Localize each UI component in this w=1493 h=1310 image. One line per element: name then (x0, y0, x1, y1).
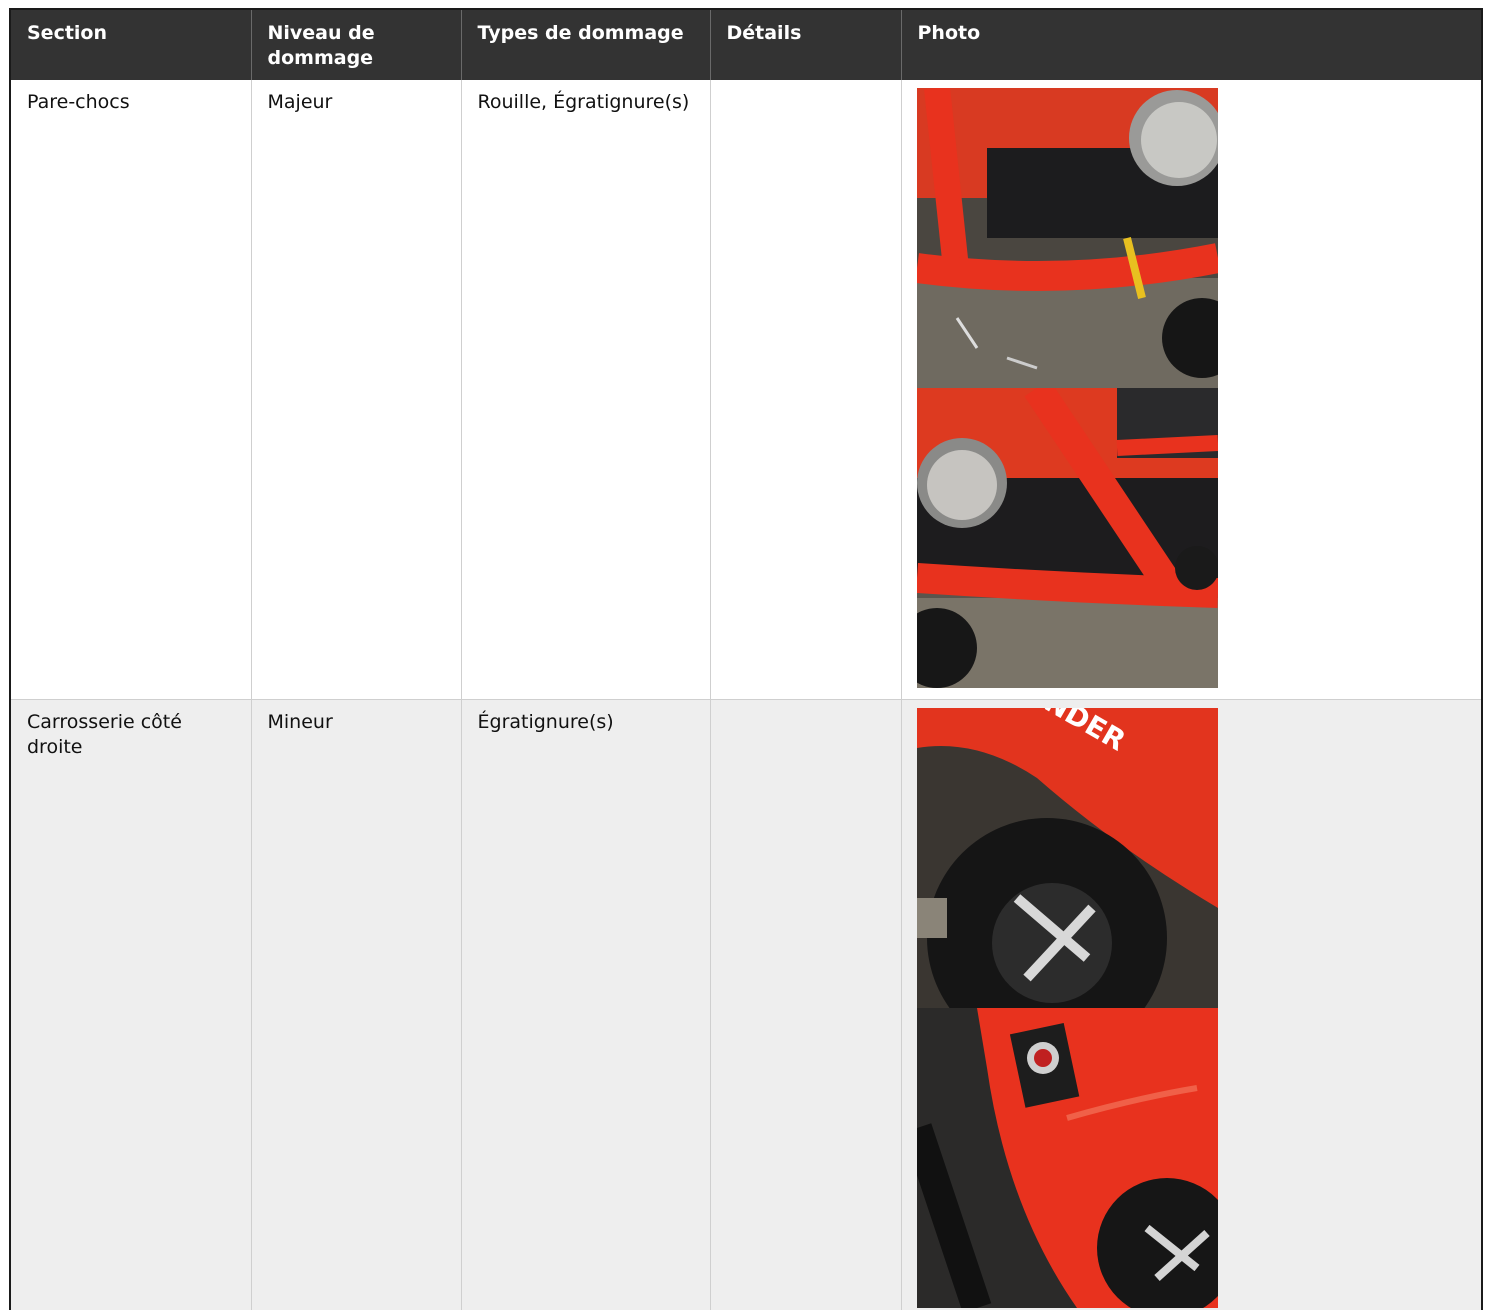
header-section: Section (11, 10, 252, 80)
cell-damage-types: Égratignure(s) (461, 699, 711, 1310)
front-bumper-photo[interactable] (916, 88, 1218, 388)
front-bumper-photo[interactable] (916, 388, 1218, 688)
header-photo: Photo (901, 10, 1481, 80)
cell-details (710, 80, 902, 700)
cell-section: Pare-chocs (11, 80, 252, 700)
table-header-row: Section Niveau de dommage Types de domma… (11, 10, 1481, 80)
header-damage-types: Types de dommage (461, 10, 711, 80)
cell-damage-level: Majeur (251, 80, 462, 700)
header-details: Détails (710, 10, 902, 80)
header-damage-level: Niveau de dommage (251, 10, 462, 80)
table-row: Carrosserie côté droite Mineur Égratignu… (11, 699, 1481, 1310)
table-row: Pare-chocs Majeur Rouille, Égratignure(s… (11, 80, 1481, 700)
right-body-photo[interactable]: TLANDER (916, 707, 1218, 1008)
cell-damage-level: Mineur (251, 699, 462, 1310)
cell-damage-types: Rouille, Égratignure(s) (461, 80, 711, 700)
cell-details (710, 699, 902, 1310)
damage-report-frame: Section Niveau de dommage Types de domma… (9, 8, 1483, 1310)
damage-table: Section Niveau de dommage Types de domma… (11, 10, 1481, 1310)
cell-photos (901, 80, 1481, 700)
cell-section: Carrosserie côté droite (11, 699, 252, 1310)
cell-photos: TLANDER (901, 699, 1481, 1310)
right-body-photo[interactable] (916, 1007, 1218, 1308)
